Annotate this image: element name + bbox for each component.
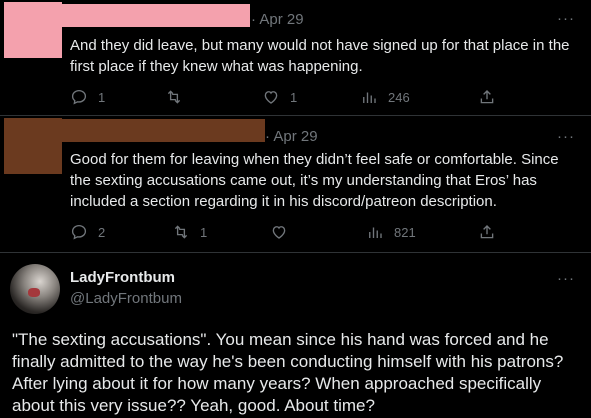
like-button[interactable]	[270, 221, 298, 243]
views-button[interactable]: 821	[366, 221, 416, 243]
name-redaction-1	[62, 4, 250, 27]
name-redaction-2	[62, 119, 265, 142]
tweet-text: Good for them for leaving when they didn…	[70, 151, 559, 210]
reply-count: 2	[98, 224, 106, 240]
share-button[interactable]	[478, 221, 496, 243]
reply-icon	[71, 224, 87, 240]
separator: ·	[251, 11, 256, 28]
action-bar: 1 1 246	[70, 86, 510, 108]
reply-button[interactable]: 2	[70, 221, 105, 243]
tweet-text: And they did leave, but many would not h…	[70, 37, 570, 75]
divider	[0, 252, 591, 253]
retweet-icon	[167, 90, 181, 104]
more-icon[interactable]: ···	[557, 10, 575, 27]
share-button[interactable]	[478, 86, 496, 108]
divider	[0, 115, 591, 116]
reply-icon	[71, 89, 87, 105]
views-button[interactable]: 246	[360, 86, 410, 108]
action-bar: 2 1 821	[70, 221, 510, 243]
more-icon[interactable]: ···	[557, 128, 575, 145]
retweet-icon	[174, 225, 188, 239]
handle[interactable]: @LadyFrontbum	[70, 290, 182, 307]
like-icon	[264, 91, 278, 104]
tweet-date[interactable]: Apr 29	[259, 11, 303, 28]
views-count: 246	[388, 89, 410, 105]
retweet-count: 1	[200, 224, 208, 240]
more-icon[interactable]: ···	[557, 270, 575, 287]
share-icon	[480, 225, 494, 239]
share-icon	[480, 90, 494, 104]
reply-button[interactable]: 1	[70, 86, 105, 108]
like-count: 1	[290, 89, 298, 105]
retweet-button[interactable]: 1	[172, 221, 207, 243]
like-button[interactable]: 1	[262, 86, 297, 108]
tweet-date[interactable]: Apr 29	[273, 128, 317, 145]
views-icon	[369, 227, 382, 238]
avatar[interactable]	[10, 264, 60, 314]
reply-count: 1	[98, 89, 106, 105]
separator: ·	[265, 128, 270, 145]
retweet-button[interactable]	[165, 86, 193, 108]
like-icon	[272, 226, 286, 239]
views-count: 821	[394, 224, 416, 240]
main-tweet-text: "The sexting accusations". You mean sinc…	[12, 330, 564, 415]
avatar-redacted-2[interactable]	[4, 118, 62, 174]
views-icon	[363, 92, 376, 103]
avatar-redacted-1[interactable]	[4, 2, 62, 58]
display-name[interactable]: LadyFrontbum	[70, 269, 175, 286]
